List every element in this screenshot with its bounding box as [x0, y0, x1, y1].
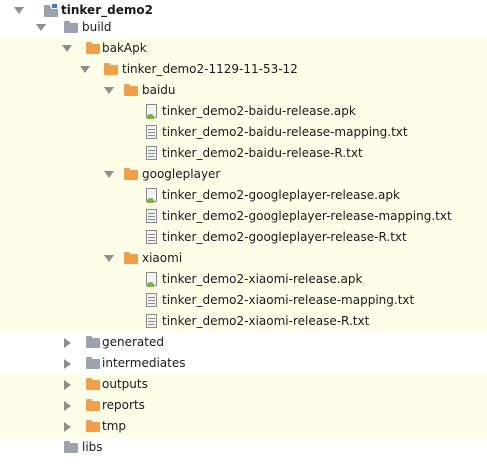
file-label: tinker_demo2-baidu-release.apk [162, 104, 356, 118]
folder-icon [86, 420, 100, 432]
tree-node-label: reports [102, 398, 145, 412]
file-label: tinker_demo2-xiaomi-release-R.txt [162, 314, 370, 328]
project-tree: tinker_demo2 build bakApk tinker_demo2-1… [0, 0, 487, 464]
tree-node-label: tmp [102, 419, 127, 433]
apk-file-icon [146, 272, 158, 287]
tree-node-tmp[interactable]: tmp [0, 416, 487, 437]
text-file-icon [146, 293, 158, 308]
tree-node-label: tinker_demo2-1129-11-53-12 [122, 62, 298, 76]
tree-file[interactable]: tinker_demo2-baidu-release.apk [0, 101, 487, 122]
text-file-icon [146, 209, 158, 224]
chevron-right-icon[interactable] [64, 401, 71, 411]
tree-node-version[interactable]: tinker_demo2-1129-11-53-12 [0, 59, 487, 80]
tree-node-label: googleplayer [142, 167, 221, 181]
folder-icon [124, 252, 138, 264]
tree-node-reports[interactable]: reports [0, 395, 487, 416]
folder-icon [64, 441, 78, 453]
chevron-right-icon[interactable] [64, 359, 71, 369]
tree-node-label: bakApk [102, 41, 147, 55]
apk-file-icon [146, 104, 158, 119]
text-file-icon [146, 125, 158, 140]
tree-node-label: libs [82, 440, 103, 454]
tree-node-intermediates[interactable]: intermediates [0, 353, 487, 374]
module-icon [44, 3, 58, 17]
chevron-down-icon[interactable] [104, 255, 114, 262]
tree-node-label: build [82, 20, 112, 34]
chevron-down-icon[interactable] [104, 87, 114, 94]
tree-node-googleplayer[interactable]: googleplayer [0, 164, 487, 185]
tree-file[interactable]: tinker_demo2-googleplayer-release.apk [0, 185, 487, 206]
tree-file[interactable]: tinker_demo2-googleplayer-release-R.txt [0, 227, 487, 248]
chevron-right-icon[interactable] [64, 422, 71, 432]
file-label: tinker_demo2-xiaomi-release.apk [162, 272, 363, 286]
chevron-down-icon[interactable] [36, 24, 46, 31]
chevron-right-icon[interactable] [64, 380, 71, 390]
folder-icon [124, 84, 138, 96]
tree-node-generated[interactable]: generated [0, 332, 487, 353]
file-label: tinker_demo2-xiaomi-release-mapping.txt [162, 293, 415, 307]
text-file-icon [146, 230, 158, 245]
tree-node-build[interactable]: build [0, 17, 487, 38]
folder-icon [86, 42, 100, 54]
tree-file[interactable]: tinker_demo2-xiaomi-release-R.txt [0, 311, 487, 332]
file-label: tinker_demo2-googleplayer-release-mappin… [162, 209, 452, 223]
tree-node-label: generated [102, 335, 164, 349]
file-label: tinker_demo2-googleplayer-release-R.txt [162, 230, 407, 244]
file-label: tinker_demo2-baidu-release-R.txt [162, 146, 363, 160]
tree-node-outputs[interactable]: outputs [0, 374, 487, 395]
tree-node-label: xiaomi [142, 251, 183, 265]
folder-icon [86, 336, 100, 348]
text-file-icon [146, 146, 158, 161]
tree-file[interactable]: tinker_demo2-xiaomi-release.apk [0, 269, 487, 290]
tree-node-label: baidu [142, 83, 176, 97]
tree-node-label: tinker_demo2 [61, 3, 153, 17]
chevron-down-icon[interactable] [62, 45, 72, 52]
tree-file[interactable]: tinker_demo2-baidu-release-mapping.txt [0, 122, 487, 143]
tree-file[interactable]: tinker_demo2-googleplayer-release-mappin… [0, 206, 487, 227]
tree-file[interactable]: tinker_demo2-xiaomi-release-mapping.txt [0, 290, 487, 311]
apk-file-icon [146, 188, 158, 203]
folder-icon [86, 399, 100, 411]
chevron-down-icon[interactable] [14, 7, 24, 14]
tree-node-label: outputs [102, 377, 148, 391]
text-file-icon [146, 314, 158, 329]
folder-icon [86, 357, 100, 369]
tree-node-libs[interactable]: libs [0, 437, 487, 458]
file-label: tinker_demo2-googleplayer-release.apk [162, 188, 400, 202]
tree-node-xiaomi[interactable]: xiaomi [0, 248, 487, 269]
tree-node-baidu[interactable]: baidu [0, 80, 487, 101]
chevron-down-icon[interactable] [104, 171, 114, 178]
tree-node-bakapk[interactable]: bakApk [0, 38, 487, 59]
tree-file[interactable]: tinker_demo2-baidu-release-R.txt [0, 143, 487, 164]
folder-icon [124, 168, 138, 180]
folder-icon [104, 63, 118, 75]
chevron-down-icon[interactable] [80, 66, 90, 73]
folder-icon [64, 21, 78, 33]
file-label: tinker_demo2-baidu-release-mapping.txt [162, 125, 408, 139]
tree-node-label: intermediates [102, 356, 186, 370]
chevron-right-icon[interactable] [64, 338, 71, 348]
folder-icon [86, 378, 100, 390]
